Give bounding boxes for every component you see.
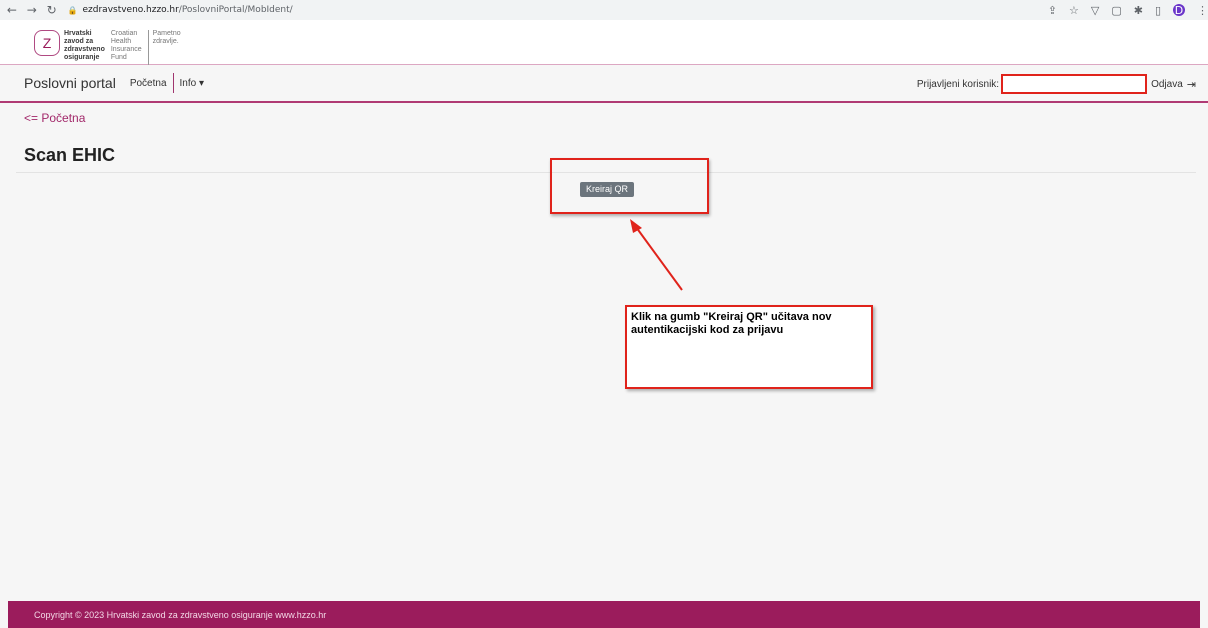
page-footer: Copyright © 2023 Hrvatski zavod za zdrav… <box>8 601 1200 628</box>
logout-icon: ⇥ <box>1186 78 1196 91</box>
annotation-callout: Klik na gumb "Kreiraj QR" učitava nov au… <box>625 305 873 389</box>
footer-copyright: Copyright © 2023 Hrvatski zavod za zdrav… <box>34 609 327 620</box>
nav-home-link[interactable]: Početna <box>130 78 167 89</box>
forward-arrow-icon[interactable]: → <box>24 3 40 17</box>
bookmark-star-icon[interactable]: ☆ <box>1069 4 1079 17</box>
create-qr-button[interactable]: Kreiraj QR <box>580 182 635 197</box>
side-panel-icon[interactable]: ▯ <box>1155 4 1161 17</box>
navbar-brand[interactable]: Poslovni portal <box>24 75 116 91</box>
page-title: Scan EHIC <box>24 145 116 165</box>
nav-divider <box>172 73 174 93</box>
share-icon[interactable]: ⇪ <box>1048 4 1057 17</box>
logout-label: Odjava <box>1151 78 1183 90</box>
user-area: Prijavljeni korisnik: Odjava ⇥ <box>917 74 1196 94</box>
back-arrow-icon[interactable]: ← <box>4 3 20 17</box>
browser-extensions: ⇪ ☆ ▽ ▢ ✱ ▯ D ⋮ <box>1048 4 1208 17</box>
browser-toolbar: ← → ↻ 🔒 ezdravstveno.hzzo.hr /PoslovniPo… <box>0 0 1208 20</box>
logout-link[interactable]: Odjava ⇥ <box>1151 78 1196 91</box>
logo-tagline: Pametno zdravlje. <box>147 30 181 66</box>
url-domain: ezdravstveno.hzzo.hr <box>82 5 179 15</box>
hzzo-logo-mark: Z <box>34 30 60 56</box>
reload-icon[interactable]: ↻ <box>44 3 60 17</box>
site-header: Z Hrvatski zavod za zdravstveno osiguranje… <box>0 20 1208 66</box>
menu-dots-icon[interactable]: ⋮ <box>1197 4 1208 17</box>
logo-name-hr: Hrvatski zavod za zdravstveno osiguranje <box>64 30 105 61</box>
extension-icon[interactable]: ▽ <box>1091 4 1099 17</box>
app-navbar: Poslovni portal Početna Info ▾ Prijavlje… <box>0 65 1208 103</box>
hzzo-logo[interactable]: Z Hrvatski zavod za zdravstveno osiguranje… <box>34 30 187 66</box>
back-to-home-link[interactable]: <= Početna <box>24 111 85 125</box>
nav-info-dropdown[interactable]: Info ▾ <box>180 78 204 89</box>
url-path: /PoslovniPortal/MobIdent/ <box>178 5 293 15</box>
logged-user-label: Prijavljeni korisnik: <box>916 78 1000 90</box>
lock-icon: 🔒 <box>67 5 78 15</box>
logo-name-en: Croatian Health Insurance Fund <box>110 30 142 61</box>
puzzle-icon[interactable]: ✱ <box>1134 4 1143 17</box>
logged-user-value <box>1001 74 1148 94</box>
address-bar[interactable]: 🔒 ezdravstveno.hzzo.hr /PoslovniPortal/M… <box>67 2 1038 18</box>
profile-avatar[interactable]: D <box>1173 4 1186 17</box>
extension-icon[interactable]: ▢ <box>1111 4 1121 17</box>
